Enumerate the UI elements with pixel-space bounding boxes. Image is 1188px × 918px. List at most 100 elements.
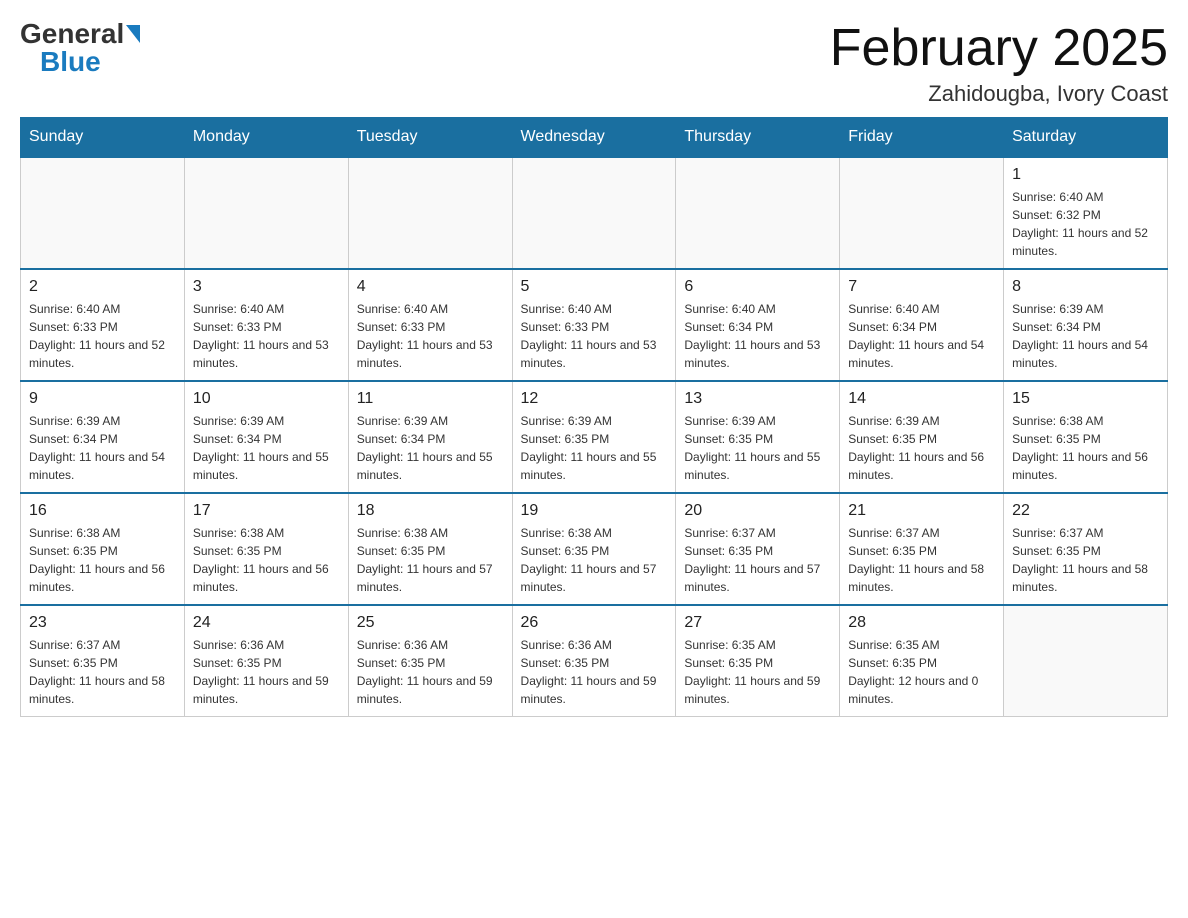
calendar-cell: 1 Sunrise: 6:40 AM Sunset: 6:32 PM Daylig…: [1004, 157, 1168, 269]
day-info: Sunrise: 6:39 AM Sunset: 6:35 PM Dayligh…: [684, 412, 831, 484]
day-info: Sunrise: 6:40 AM Sunset: 6:33 PM Dayligh…: [357, 300, 504, 372]
day-info: Sunrise: 6:38 AM Sunset: 6:35 PM Dayligh…: [29, 524, 176, 596]
calendar-cell: 12 Sunrise: 6:39 AM Sunset: 6:35 PM Dayli…: [512, 381, 676, 493]
week-row-2: 2 Sunrise: 6:40 AM Sunset: 6:33 PM Daylig…: [21, 269, 1168, 381]
day-number: 24: [193, 614, 340, 632]
day-info: Sunrise: 6:37 AM Sunset: 6:35 PM Dayligh…: [1012, 524, 1159, 596]
calendar-cell: 16 Sunrise: 6:38 AM Sunset: 6:35 PM Dayli…: [21, 493, 185, 605]
calendar-cell: 15 Sunrise: 6:38 AM Sunset: 6:35 PM Dayli…: [1004, 381, 1168, 493]
calendar-cell: 20 Sunrise: 6:37 AM Sunset: 6:35 PM Dayli…: [676, 493, 840, 605]
calendar-cell: 27Sunrise: 6:35 AM Sunset: 6:35 PM Dayli…: [676, 605, 840, 717]
day-number: 21: [848, 502, 995, 520]
column-header-saturday: Saturday: [1004, 118, 1168, 158]
week-row-4: 16 Sunrise: 6:38 AM Sunset: 6:35 PM Dayli…: [21, 493, 1168, 605]
calendar-cell: 19Sunrise: 6:38 AM Sunset: 6:35 PM Dayli…: [512, 493, 676, 605]
day-info: Sunrise: 6:36 AM Sunset: 6:35 PM Dayligh…: [357, 636, 504, 708]
day-number: 8: [1012, 278, 1159, 296]
calendar-cell: 6 Sunrise: 6:40 AM Sunset: 6:34 PM Daylig…: [676, 269, 840, 381]
day-number: 4: [357, 278, 504, 296]
logo-arrow-icon: [126, 25, 140, 43]
calendar-cell: [21, 157, 185, 269]
column-header-monday: Monday: [184, 118, 348, 158]
day-info: Sunrise: 6:39 AM Sunset: 6:35 PM Dayligh…: [521, 412, 668, 484]
calendar-cell: 11 Sunrise: 6:39 AM Sunset: 6:34 PM Dayli…: [348, 381, 512, 493]
day-info: Sunrise: 6:38 AM Sunset: 6:35 PM Dayligh…: [193, 524, 340, 596]
calendar-cell: 26 Sunrise: 6:36 AM Sunset: 6:35 PM Dayli…: [512, 605, 676, 717]
day-info: Sunrise: 6:40 AM Sunset: 6:32 PM Dayligh…: [1012, 188, 1159, 260]
day-number: 23: [29, 614, 176, 632]
day-number: 26: [521, 614, 668, 632]
calendar-cell: [676, 157, 840, 269]
column-header-sunday: Sunday: [21, 118, 185, 158]
calendar-cell: [348, 157, 512, 269]
day-info: Sunrise: 6:38 AM Sunset: 6:35 PM Dayligh…: [357, 524, 504, 596]
calendar-cell: 5 Sunrise: 6:40 AM Sunset: 6:33 PM Daylig…: [512, 269, 676, 381]
calendar-header-row: SundayMondayTuesdayWednesdayThursdayFrid…: [21, 118, 1168, 158]
day-info: Sunrise: 6:40 AM Sunset: 6:34 PM Dayligh…: [848, 300, 995, 372]
day-number: 20: [684, 502, 831, 520]
calendar-cell: 21 Sunrise: 6:37 AM Sunset: 6:35 PM Dayli…: [840, 493, 1004, 605]
calendar-cell: 7 Sunrise: 6:40 AM Sunset: 6:34 PM Daylig…: [840, 269, 1004, 381]
logo-blue-text: Blue: [40, 48, 101, 76]
week-row-3: 9Sunrise: 6:39 AM Sunset: 6:34 PM Daylig…: [21, 381, 1168, 493]
calendar-cell: [512, 157, 676, 269]
day-number: 13: [684, 390, 831, 408]
logo: General Blue: [20, 20, 140, 76]
day-info: Sunrise: 6:36 AM Sunset: 6:35 PM Dayligh…: [521, 636, 668, 708]
column-header-thursday: Thursday: [676, 118, 840, 158]
day-number: 12: [521, 390, 668, 408]
day-info: Sunrise: 6:40 AM Sunset: 6:33 PM Dayligh…: [29, 300, 176, 372]
calendar-cell: 28Sunrise: 6:35 AM Sunset: 6:35 PM Dayli…: [840, 605, 1004, 717]
day-info: Sunrise: 6:37 AM Sunset: 6:35 PM Dayligh…: [29, 636, 176, 708]
day-info: Sunrise: 6:37 AM Sunset: 6:35 PM Dayligh…: [684, 524, 831, 596]
day-number: 10: [193, 390, 340, 408]
location-text: Zahidougba, Ivory Coast: [830, 81, 1168, 107]
calendar-cell: [184, 157, 348, 269]
day-info: Sunrise: 6:37 AM Sunset: 6:35 PM Dayligh…: [848, 524, 995, 596]
day-number: 11: [357, 390, 504, 408]
calendar-cell: 24 Sunrise: 6:36 AM Sunset: 6:35 PM Dayli…: [184, 605, 348, 717]
column-header-wednesday: Wednesday: [512, 118, 676, 158]
day-number: 5: [521, 278, 668, 296]
day-number: 3: [193, 278, 340, 296]
column-header-friday: Friday: [840, 118, 1004, 158]
day-number: 19: [521, 502, 668, 520]
day-number: 15: [1012, 390, 1159, 408]
day-number: 1: [1012, 166, 1159, 184]
calendar-cell: 9Sunrise: 6:39 AM Sunset: 6:34 PM Daylig…: [21, 381, 185, 493]
month-title: February 2025: [830, 20, 1168, 77]
day-number: 17: [193, 502, 340, 520]
day-number: 6: [684, 278, 831, 296]
calendar-cell: [840, 157, 1004, 269]
day-info: Sunrise: 6:39 AM Sunset: 6:34 PM Dayligh…: [1012, 300, 1159, 372]
day-info: Sunrise: 6:38 AM Sunset: 6:35 PM Dayligh…: [1012, 412, 1159, 484]
calendar-cell: 23 Sunrise: 6:37 AM Sunset: 6:35 PM Dayli…: [21, 605, 185, 717]
day-info: Sunrise: 6:40 AM Sunset: 6:34 PM Dayligh…: [684, 300, 831, 372]
day-info: Sunrise: 6:39 AM Sunset: 6:34 PM Dayligh…: [193, 412, 340, 484]
day-info: Sunrise: 6:36 AM Sunset: 6:35 PM Dayligh…: [193, 636, 340, 708]
calendar-cell: 4 Sunrise: 6:40 AM Sunset: 6:33 PM Daylig…: [348, 269, 512, 381]
day-info: Sunrise: 6:39 AM Sunset: 6:35 PM Dayligh…: [848, 412, 995, 484]
calendar-cell: [1004, 605, 1168, 717]
calendar-cell: 22Sunrise: 6:37 AM Sunset: 6:35 PM Dayli…: [1004, 493, 1168, 605]
calendar-cell: 25 Sunrise: 6:36 AM Sunset: 6:35 PM Dayli…: [348, 605, 512, 717]
day-number: 2: [29, 278, 176, 296]
day-number: 25: [357, 614, 504, 632]
page-header: General Blue February 2025 Zahidougba, I…: [20, 20, 1168, 107]
calendar-cell: 3 Sunrise: 6:40 AM Sunset: 6:33 PM Daylig…: [184, 269, 348, 381]
week-row-5: 23 Sunrise: 6:37 AM Sunset: 6:35 PM Dayli…: [21, 605, 1168, 717]
calendar-cell: 13 Sunrise: 6:39 AM Sunset: 6:35 PM Dayli…: [676, 381, 840, 493]
day-info: Sunrise: 6:35 AM Sunset: 6:35 PM Dayligh…: [848, 636, 995, 708]
day-number: 27: [684, 614, 831, 632]
day-info: Sunrise: 6:40 AM Sunset: 6:33 PM Dayligh…: [521, 300, 668, 372]
logo-general-text: General: [20, 20, 124, 48]
calendar-cell: 8 Sunrise: 6:39 AM Sunset: 6:34 PM Daylig…: [1004, 269, 1168, 381]
week-row-1: 1 Sunrise: 6:40 AM Sunset: 6:32 PM Daylig…: [21, 157, 1168, 269]
calendar-cell: 18Sunrise: 6:38 AM Sunset: 6:35 PM Dayli…: [348, 493, 512, 605]
day-number: 7: [848, 278, 995, 296]
day-info: Sunrise: 6:39 AM Sunset: 6:34 PM Dayligh…: [357, 412, 504, 484]
day-number: 16: [29, 502, 176, 520]
calendar-cell: 14Sunrise: 6:39 AM Sunset: 6:35 PM Dayli…: [840, 381, 1004, 493]
day-info: Sunrise: 6:40 AM Sunset: 6:33 PM Dayligh…: [193, 300, 340, 372]
calendar-table: SundayMondayTuesdayWednesdayThursdayFrid…: [20, 117, 1168, 717]
